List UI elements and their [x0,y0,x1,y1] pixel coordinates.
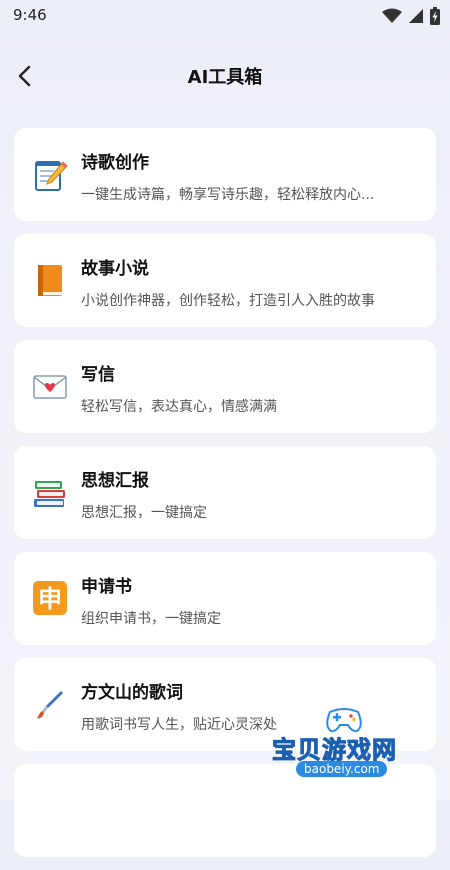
love-letter-icon [32,368,68,404]
books-stack-icon [32,474,68,510]
app-header: AI工具箱 [0,52,450,100]
signal-icon [409,9,423,23]
memo-pencil-icon [32,156,68,192]
orange-book-icon [32,262,68,298]
tool-title: 故事小说 [81,259,149,279]
shen-character: 申 [38,585,62,613]
site-watermark: 宝贝游戏网 baobeiy.com [270,696,430,786]
shen-character-icon: 申 [32,580,68,616]
tool-description: 轻松写信，表达真心，情感满满 [81,399,277,415]
tool-title: 方文山的歌词 [81,683,183,703]
tool-description: 一键生成诗篇，畅享写诗乐趣，轻松释放内心... [81,187,375,203]
wifi-icon [382,8,402,23]
page-title: AI工具箱 [187,67,263,88]
tool-card-story[interactable]: 故事小说 小说创作神器，创作轻松，打造引人入胜的故事 [14,234,436,327]
tool-description: 小说创作神器，创作轻松，打造引人入胜的故事 [81,293,375,309]
watermark-url: baobeiy.com [296,761,388,777]
tool-title: 思想汇报 [81,471,149,491]
tool-title: 申请书 [81,577,132,597]
status-icons [382,7,440,25]
tool-card-poetry[interactable]: 诗歌创作 一键生成诗篇，畅享写诗乐趣，轻松释放内心... [14,128,436,221]
tool-card-letter[interactable]: 写信 轻松写信，表达真心，情感满满 [14,340,436,433]
watermark-text: 宝贝游戏网 [272,736,397,765]
tool-card-application[interactable]: 申 申请书 组织申请书，一键搞定 [14,552,436,645]
tool-card-report[interactable]: 思想汇报 思想汇报，一键搞定 [14,446,436,539]
status-time: 9:46 [13,6,47,24]
tool-description: 思想汇报，一键搞定 [81,505,207,521]
paintbrush-icon [32,686,68,722]
battery-icon [430,7,440,25]
status-bar: 9:46 [0,0,450,32]
tool-title: 写信 [81,365,115,385]
tool-description: 组织申请书，一键搞定 [81,611,221,627]
tool-title: 诗歌创作 [81,153,149,173]
